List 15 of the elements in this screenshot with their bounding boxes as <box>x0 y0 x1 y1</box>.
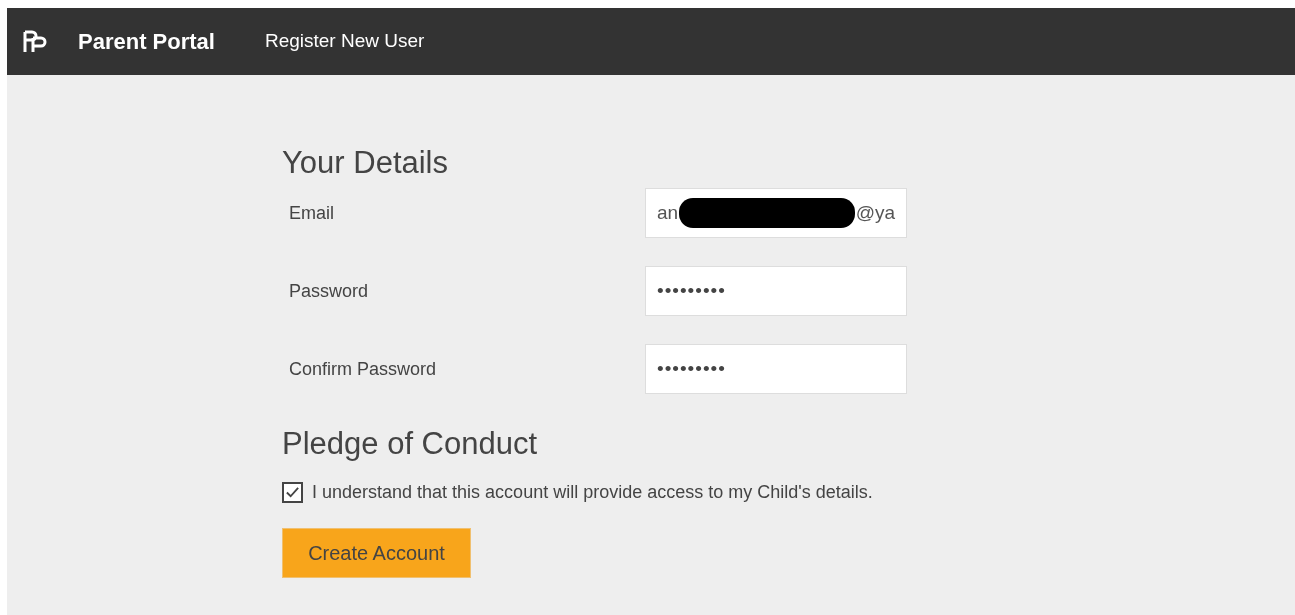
create-account-button[interactable]: Create Account <box>282 528 471 578</box>
field-label: Password <box>289 279 369 303</box>
nav-link[interactable]: Register New User <box>264 27 425 56</box>
password-field[interactable]: ••••••••• <box>645 266 907 316</box>
brand-link[interactable]: Parent Portal <box>78 25 215 58</box>
section-heading: Your Details <box>282 147 449 178</box>
email-field[interactable]: an @ya <box>645 188 907 238</box>
checkbox[interactable] <box>282 482 303 503</box>
field-label: Email <box>289 201 334 225</box>
logo-icon[interactable] <box>23 29 49 54</box>
check-mark-icon <box>285 485 300 500</box>
section-heading: Pledge of Conduct <box>282 428 539 459</box>
checkbox-label: I understand that this account will provide access to my Child's details. <box>312 481 873 504</box>
field-label: Confirm Password <box>289 357 437 381</box>
password-field[interactable]: ••••••••• <box>645 344 907 394</box>
